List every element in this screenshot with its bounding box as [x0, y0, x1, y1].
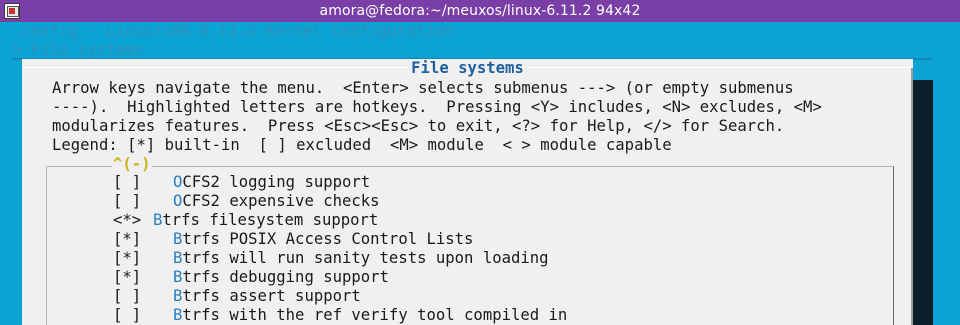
scroll-up-indicator: ^(-): [112, 155, 152, 174]
window-title: amora@fedora:~/meuxos/linux-6.11.2 94x42: [319, 3, 641, 19]
item-label: trfs will run sanity tests upon loading: [182, 249, 549, 267]
help-text-line: modularizes features. Press <Esc><Esc> t…: [52, 117, 785, 135]
legend-line: Legend: [*] built-in [ ] excluded <M> mo…: [52, 136, 672, 154]
item-hotkey: B: [173, 287, 183, 305]
menu-item-ocfs2-expensive-checks[interactable]: [ ] OCFS2 expensive checks: [113, 192, 380, 211]
menu-item-btrfs-assert[interactable]: [ ] Btrfs assert support: [113, 287, 361, 306]
item-label: trfs filesystem support: [162, 211, 379, 229]
item-label: trfs debugging support: [182, 268, 389, 286]
item-hotkey: O: [173, 192, 183, 210]
menu-item-btrfs-sanity-tests[interactable]: [*] Btrfs will run sanity tests upon load…: [113, 249, 549, 268]
item-label: trfs POSIX Access Control Lists: [182, 230, 474, 248]
dialog-title-text: File systems: [407, 59, 528, 77]
item-label: CFS2 logging support: [182, 173, 371, 191]
terminal-area[interactable]: .config - Linux/x86 6.11.2 Kernel Config…: [0, 22, 960, 325]
item-state[interactable]: [ ]: [113, 287, 173, 306]
help-text-line: Arrow keys navigate the menu. <Enter> se…: [52, 79, 794, 97]
item-state[interactable]: [ ]: [113, 192, 173, 211]
menu-item-btrfs-support[interactable]: <*> Btrfs filesystem support: [113, 211, 378, 230]
help-text-line: ----). Highlighted letters are hotkeys. …: [52, 98, 822, 116]
item-hotkey: B: [173, 306, 183, 324]
item-hotkey: B: [153, 211, 163, 229]
menu-item-btrfs-ref-verify[interactable]: [ ] Btrfs with the ref verify tool compil…: [113, 306, 567, 325]
item-state[interactable]: [*]: [113, 268, 173, 287]
item-state[interactable]: [*]: [113, 249, 173, 268]
item-state[interactable]: <*>: [113, 211, 153, 230]
terminal-app-icon[interactable]: [4, 3, 20, 19]
menu-item-btrfs-debugging[interactable]: [*] Btrfs debugging support: [113, 268, 389, 287]
item-state[interactable]: [ ]: [113, 306, 173, 325]
dialog-title: File systems: [22, 59, 913, 78]
dialog-shadow: [913, 80, 933, 325]
dialog-edge: [911, 68, 913, 325]
item-hotkey: B: [173, 268, 183, 286]
menu-item-ocfs2-logging[interactable]: [ ] OCFS2 logging support: [113, 173, 370, 192]
item-hotkey: O: [173, 173, 183, 191]
window-titlebar[interactable]: amora@fedora:~/meuxos/linux-6.11.2 94x42: [0, 0, 960, 22]
item-state[interactable]: [ ]: [113, 173, 173, 192]
item-state[interactable]: [*]: [113, 230, 173, 249]
item-hotkey: B: [173, 249, 183, 267]
item-label: trfs assert support: [182, 287, 361, 305]
item-label: trfs with the ref verify tool compiled i…: [182, 306, 568, 324]
menu-item-btrfs-posix-acl[interactable]: [*] Btrfs POSIX Access Control Lists: [113, 230, 473, 249]
config-header: .config - Linux/x86 6.11.2 Kernel Config…: [12, 22, 454, 40]
menu-dialog: File systems Arrow keys navigate the men…: [22, 59, 913, 325]
item-hotkey: B: [173, 230, 183, 248]
item-label: CFS2 expensive checks: [182, 192, 380, 210]
